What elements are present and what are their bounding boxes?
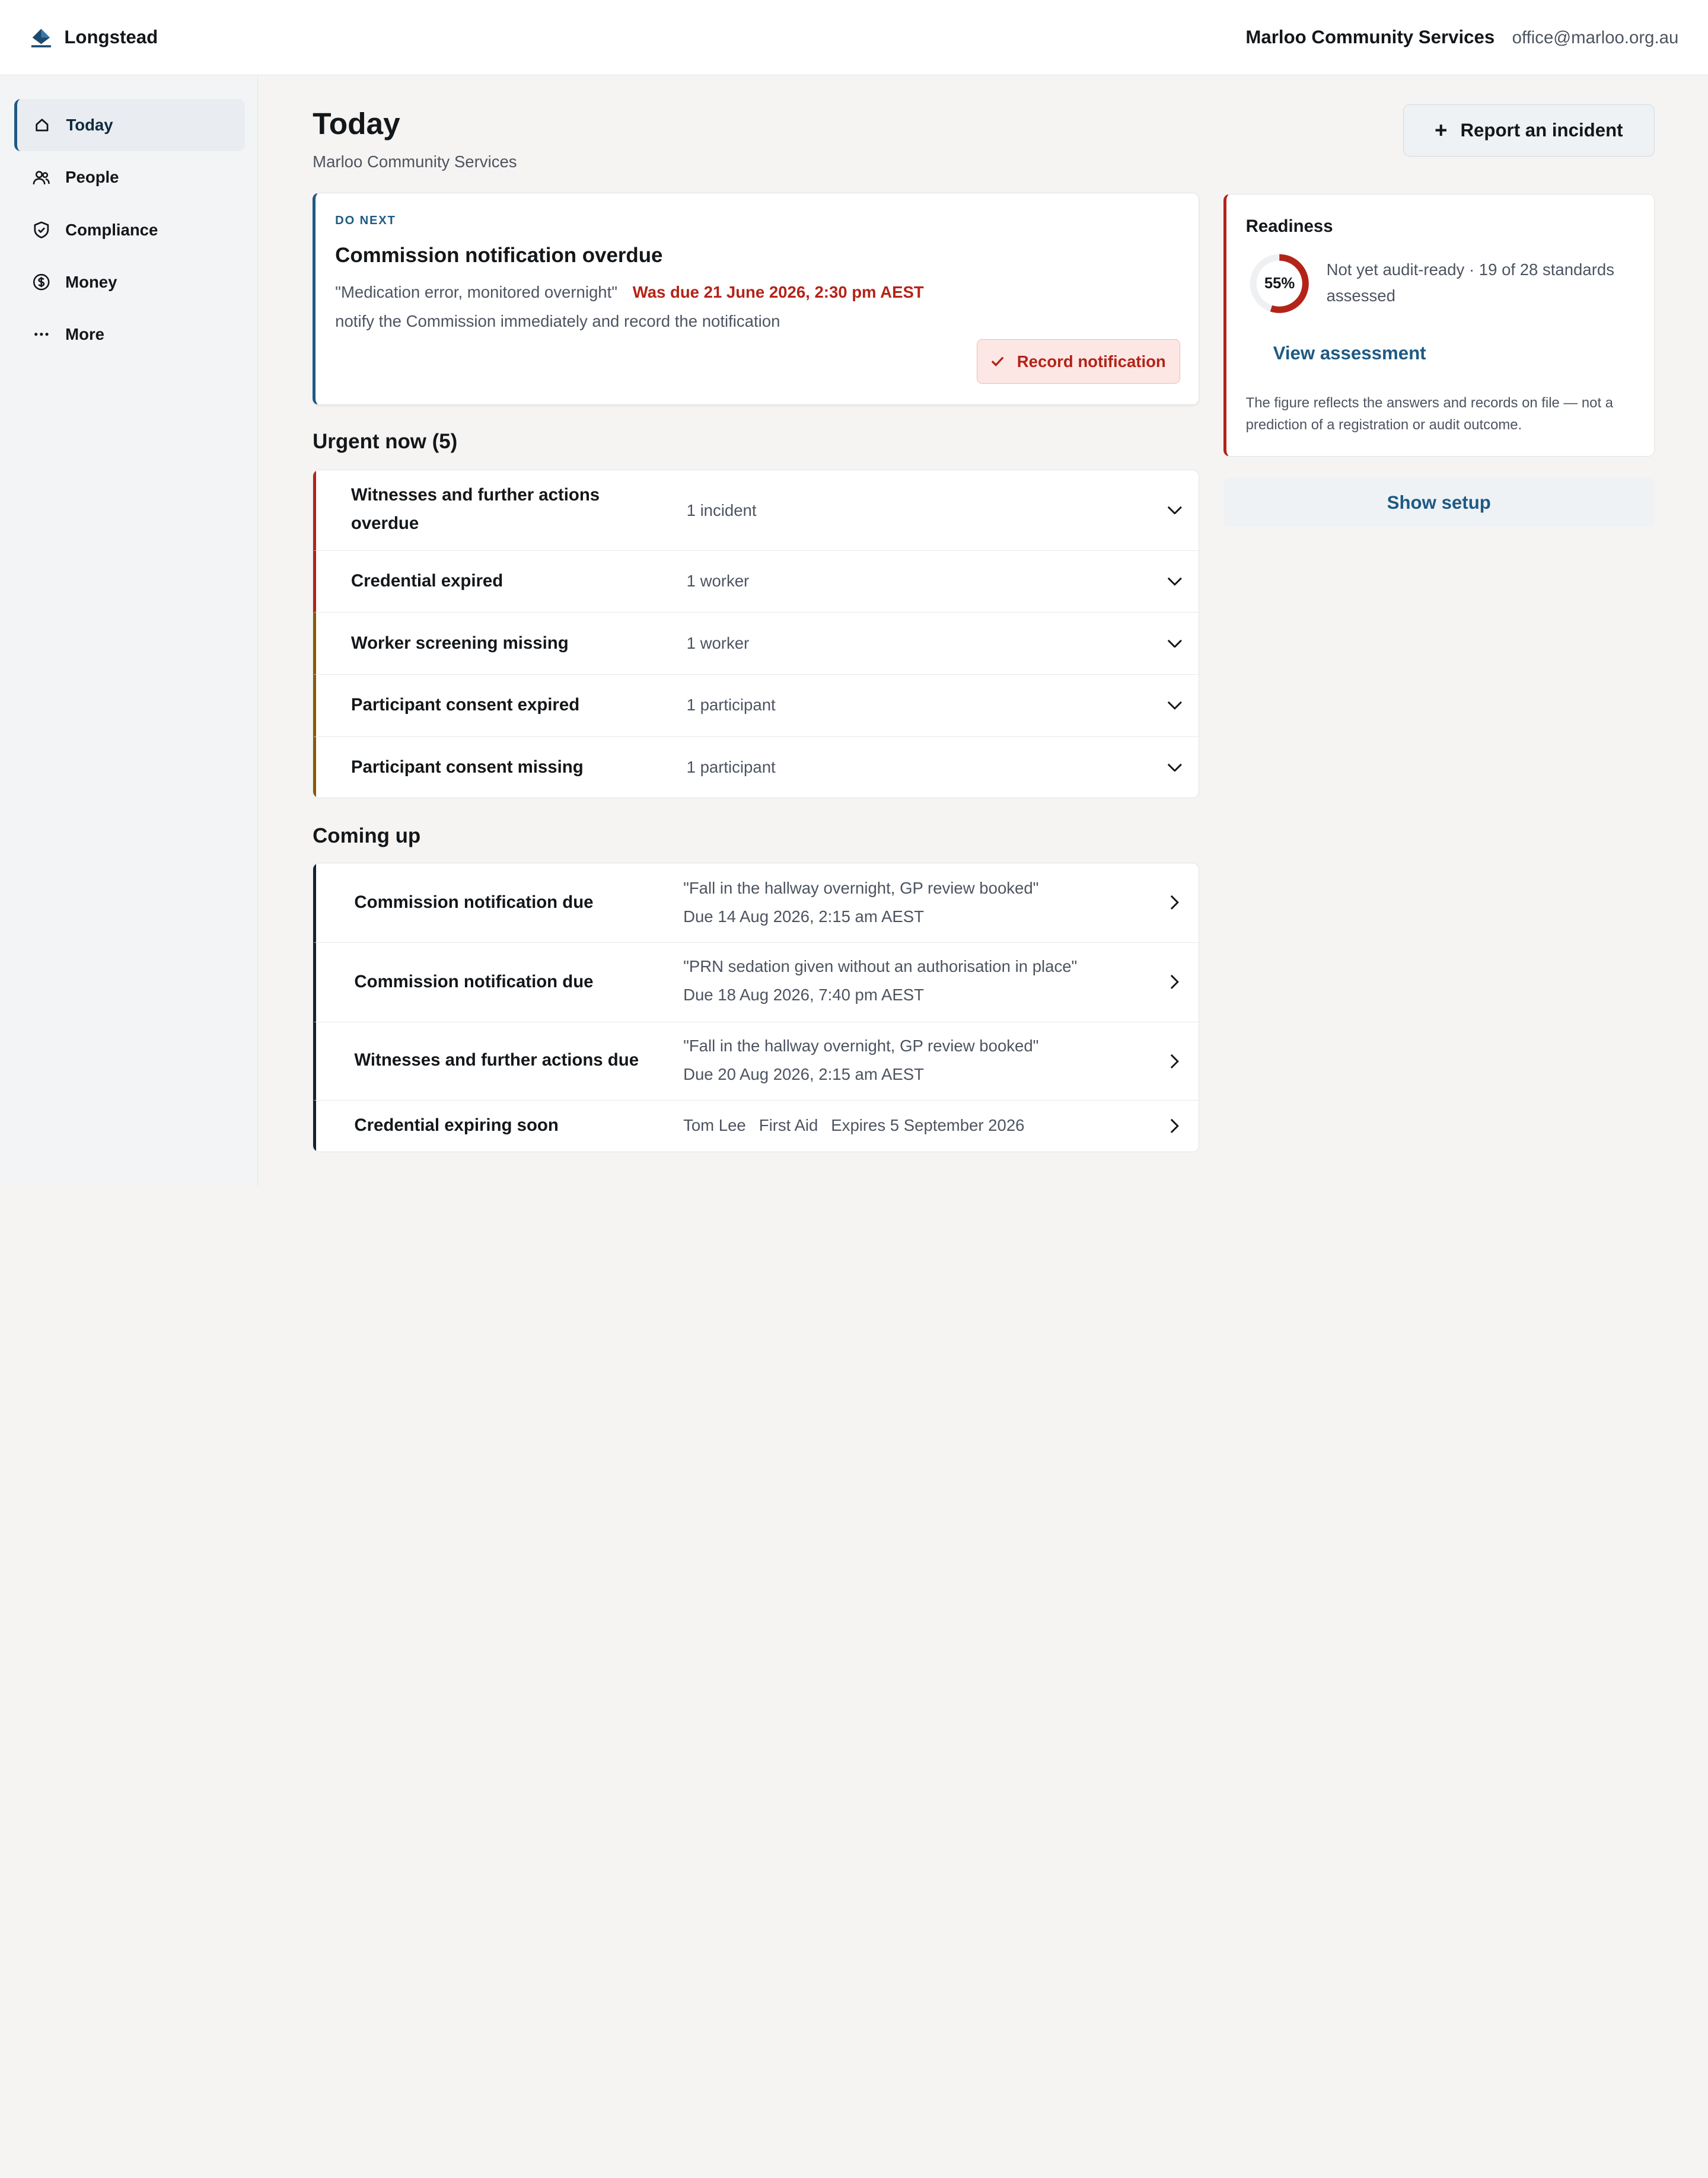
coming-up-row-quote: "Fall in the hallway overnight, GP revie… — [683, 1037, 1039, 1055]
record-notification-button[interactable]: Record notification — [976, 339, 1180, 384]
coming-up-row-due: Due 18 Aug 2026, 7:40 pm AEST — [683, 986, 924, 1004]
ellipsis-icon — [33, 326, 50, 343]
coming-up-heading: Coming up — [313, 824, 421, 848]
do-next-card: DO NEXT Commission notification overdue … — [313, 193, 1200, 406]
coming-up-list: Commission notification due "Fall in the… — [313, 862, 1200, 1153]
urgent-row[interactable]: Worker screening missing 1 worker — [313, 613, 1199, 675]
sidebar-item-label: Compliance — [65, 220, 158, 239]
urgent-row-title: Witnesses and further actions overdue — [350, 484, 600, 533]
readiness-note: The figure reflects the answers and reco… — [1245, 395, 1613, 433]
chevron-down-icon[interactable] — [1166, 501, 1183, 518]
home-icon — [33, 117, 50, 134]
urgent-row[interactable]: Participant consent expired 1 participan… — [313, 674, 1199, 737]
sidebar-item-more[interactable]: More — [14, 308, 245, 361]
view-assessment-link[interactable]: View assessment — [1273, 343, 1426, 364]
coming-up-row[interactable]: Commission notification due "PRN sedatio… — [313, 942, 1199, 1022]
urgent-heading: Urgent now (5) — [313, 430, 458, 454]
page-subtitle: Marloo Community Services — [313, 152, 517, 171]
readiness-card: Readiness 55% Not yet audit-ready · 19 o… — [1223, 193, 1655, 457]
coming-up-row-quote: "Fall in the hallway overnight, GP revie… — [683, 879, 1039, 897]
show-setup-button[interactable]: Show setup — [1223, 478, 1655, 527]
credential-type: First Aid — [759, 1116, 818, 1135]
report-incident-button[interactable]: + Report an incident — [1403, 104, 1655, 157]
sidebar-item-compliance[interactable]: Compliance — [14, 203, 245, 256]
brand[interactable]: Longstead — [30, 27, 158, 49]
coming-up-row[interactable]: Commission notification due "Fall in the… — [313, 863, 1199, 943]
chevron-down-icon[interactable] — [1166, 573, 1183, 590]
urgent-row-meta: 1 incident — [686, 500, 757, 519]
dollar-circle-icon — [33, 273, 50, 291]
coming-up-row-title: Credential expiring soon — [354, 1115, 559, 1136]
chevron-right-icon[interactable] — [1166, 894, 1183, 911]
urgent-row[interactable]: Credential expired 1 worker — [313, 550, 1199, 613]
sidebar: Today People Compliance Money More — [0, 75, 259, 1187]
org-email[interactable]: office@marloo.org.au — [1512, 28, 1679, 48]
urgent-row-title: Credential expired — [350, 571, 504, 591]
record-notification-label: Record notification — [1016, 352, 1166, 371]
app-root: Longstead Marloo Community Services offi… — [0, 0, 1708, 1187]
readiness-heading: Readiness — [1245, 216, 1333, 236]
report-incident-label: Report an incident — [1460, 120, 1623, 141]
urgent-row-meta: 1 participant — [686, 696, 776, 715]
urgent-row-meta: 1 participant — [686, 758, 776, 777]
urgent-row-title: Participant consent expired — [350, 695, 580, 715]
org-info: Marloo Community Services office@marloo.… — [1245, 27, 1678, 48]
plus-icon: + — [1435, 118, 1448, 142]
urgent-row[interactable]: Witnesses and further actions overdue 1 … — [313, 470, 1199, 551]
page-title: Today — [313, 106, 400, 141]
urgent-row[interactable]: Participant consent missing 1 participan… — [313, 736, 1199, 798]
top-bar: Longstead Marloo Community Services offi… — [0, 0, 1708, 75]
do-next-description: notify the Commission immediately and re… — [335, 312, 780, 331]
do-next-eyebrow: DO NEXT — [335, 213, 396, 227]
do-next-incident-quote: "Medication error, monitored overnight" — [335, 282, 618, 301]
do-next-title: Commission notification overdue — [335, 243, 663, 267]
shield-check-icon — [33, 221, 50, 238]
sidebar-item-label: Money — [65, 272, 117, 291]
chevron-right-icon[interactable] — [1166, 974, 1183, 991]
people-icon — [33, 169, 50, 186]
coming-up-row-quote: "PRN sedation given without an authorisa… — [683, 957, 1078, 976]
urgent-row-title: Worker screening missing — [350, 633, 569, 653]
coming-up-row[interactable]: Credential expiring soon Tom Lee First A… — [313, 1101, 1199, 1152]
urgent-list: Witnesses and further actions overdue 1 … — [313, 469, 1200, 799]
urgent-row-meta: 1 worker — [686, 572, 750, 591]
brand-name: Longstead — [64, 26, 158, 47]
chevron-down-icon[interactable] — [1166, 697, 1183, 714]
credential-person: Tom Lee — [683, 1116, 746, 1135]
sidebar-item-money[interactable]: Money — [14, 256, 245, 308]
sidebar-item-label: More — [65, 324, 104, 343]
credential-details: Tom Lee First Aid Expires 5 September 20… — [683, 1111, 1024, 1140]
coming-up-row-due: Due 14 Aug 2026, 2:15 am AEST — [683, 907, 924, 926]
chevron-right-icon[interactable] — [1166, 1118, 1183, 1135]
do-next-due: Was due 21 June 2026, 2:30 pm AEST — [632, 282, 924, 301]
coming-up-row-title: Commission notification due — [354, 971, 594, 991]
sidebar-item-today[interactable]: Today — [14, 99, 246, 152]
org-name: Marloo Community Services — [1245, 26, 1495, 47]
do-next-detail: "Medication error, monitored overnight" … — [335, 283, 923, 302]
chevron-right-icon[interactable] — [1166, 1053, 1183, 1070]
readiness-percent: 55% — [1264, 275, 1295, 292]
readiness-status: Not yet audit-ready · 19 of 28 standards… — [1326, 260, 1614, 305]
urgent-row-meta: 1 worker — [686, 633, 750, 652]
sidebar-item-label: Today — [66, 116, 113, 135]
coming-up-row-title: Witnesses and further actions due — [354, 1050, 639, 1070]
coming-up-row-title: Commission notification due — [354, 892, 594, 912]
brand-logo-icon — [30, 27, 52, 49]
sidebar-item-label: People — [65, 168, 119, 187]
chevron-down-icon[interactable] — [1166, 634, 1183, 652]
credential-expiry: Expires 5 September 2026 — [831, 1116, 1025, 1135]
chevron-down-icon[interactable] — [1166, 758, 1183, 776]
coming-up-row-due: Due 20 Aug 2026, 2:15 am AEST — [683, 1065, 924, 1084]
urgent-row-title: Participant consent missing — [350, 757, 584, 777]
coming-up-row[interactable]: Witnesses and further actions due "Fall … — [313, 1022, 1199, 1101]
sidebar-item-people[interactable]: People — [14, 151, 245, 203]
check-icon — [991, 352, 1004, 371]
